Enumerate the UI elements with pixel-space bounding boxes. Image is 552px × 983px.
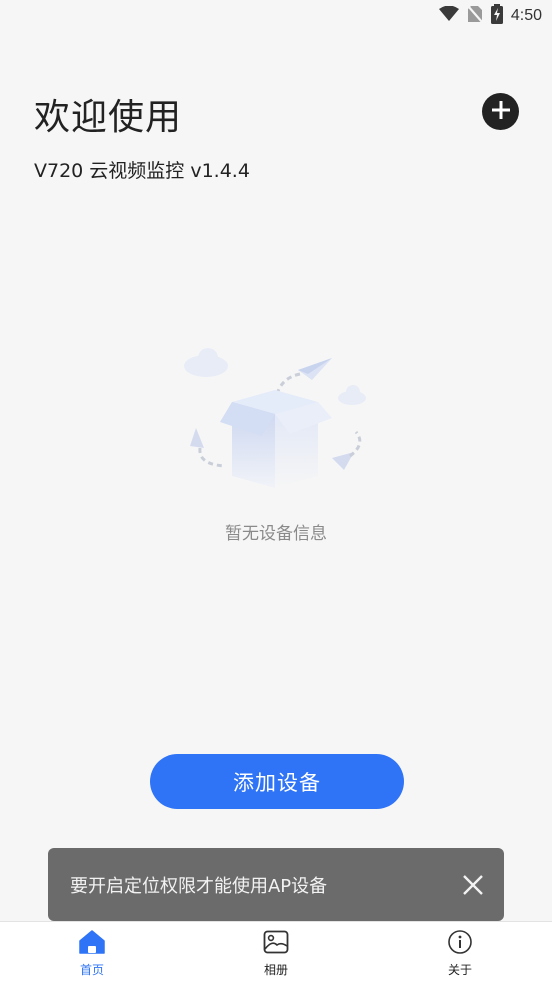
nav-item-home[interactable]: 首页	[0, 922, 184, 983]
home-icon	[79, 930, 105, 958]
album-icon	[263, 930, 289, 958]
add-button[interactable]	[482, 93, 519, 130]
nav-item-about[interactable]: 关于	[368, 922, 552, 983]
app-screen: 4:50 欢迎使用 V720 云视频监控 v1.4.4 暂无设备信息 添加设备 …	[0, 0, 552, 983]
info-icon	[447, 930, 473, 958]
nav-label-home: 首页	[79, 963, 104, 977]
page-title: 欢迎使用	[34, 97, 183, 138]
nav-item-album[interactable]: 相册	[184, 922, 368, 983]
battery-charging-icon	[490, 4, 503, 28]
status-bar: 4:50	[0, 0, 552, 30]
app-version-subtitle: V720 云视频监控 v1.4.4	[34, 160, 250, 182]
toast-message: 要开启定位权限才能使用AP设备	[70, 875, 328, 897]
permission-toast: 要开启定位权限才能使用AP设备	[48, 848, 504, 921]
no-sim-icon	[467, 5, 483, 27]
empty-box-illustration	[180, 340, 370, 500]
wifi-icon	[438, 5, 459, 26]
status-icons: 4:50	[438, 4, 542, 28]
empty-state-message: 暂无设备信息	[225, 524, 327, 544]
close-icon[interactable]	[458, 870, 488, 900]
bottom-nav: 首页 相册 关于	[0, 921, 552, 983]
status-time: 4:50	[510, 7, 542, 24]
plus-circle-icon	[490, 99, 512, 125]
nav-label-about: 关于	[447, 963, 472, 977]
nav-label-album: 相册	[263, 963, 288, 977]
add-device-button[interactable]: 添加设备	[150, 754, 404, 809]
